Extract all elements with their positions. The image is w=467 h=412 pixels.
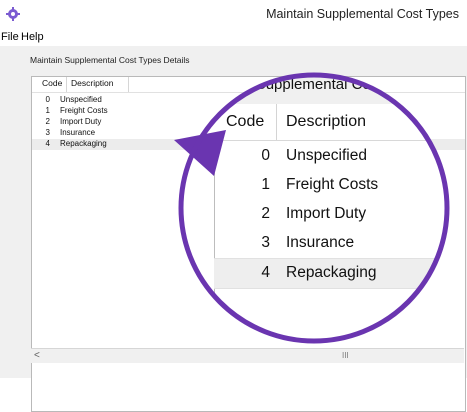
zoom-outline [174,72,450,344]
zoom-circle-border [178,72,450,344]
